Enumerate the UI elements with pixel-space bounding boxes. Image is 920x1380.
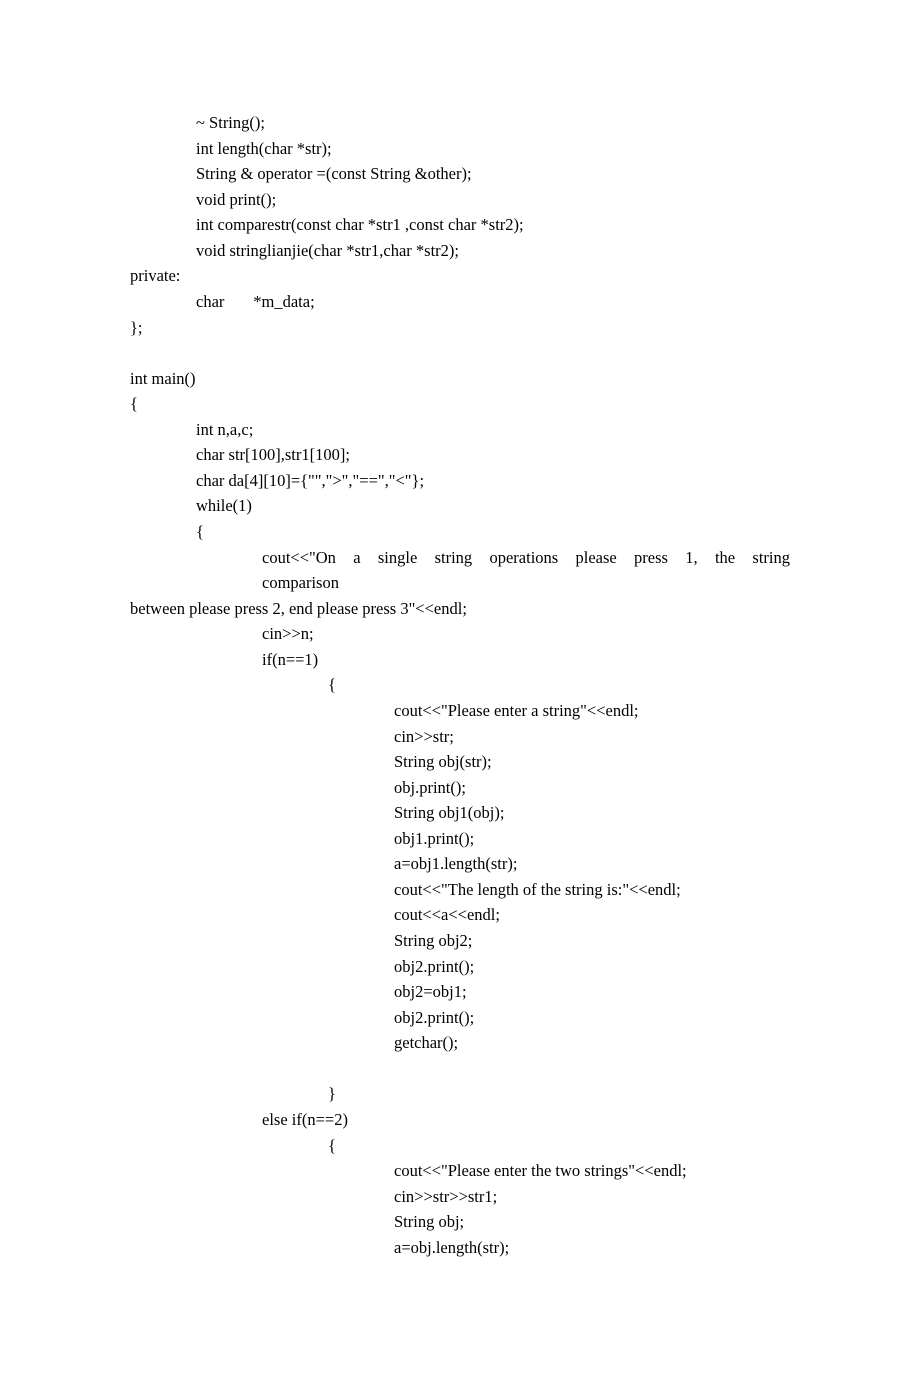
code-line: String obj; (130, 1209, 790, 1235)
code-line: String & operator =(const String &other)… (130, 161, 790, 187)
code-line: a=obj.length(str); (130, 1235, 790, 1261)
code-line: char *m_data; (130, 289, 790, 315)
code-line: else if(n==2) (130, 1107, 790, 1133)
code-line: }; (130, 315, 790, 341)
code-line: cout<<"The length of the string is:"<<en… (130, 877, 790, 903)
code-line: int length(char *str); (130, 136, 790, 162)
code-line: cin>>str; (130, 724, 790, 750)
code-line (130, 340, 790, 366)
code-line: private: (130, 263, 790, 289)
code-line: { (130, 519, 790, 545)
code-line: { (130, 672, 790, 698)
code-line: cin>>n; (130, 621, 790, 647)
code-line: cout<<"Please enter a string"<<endl; (130, 698, 790, 724)
code-line: cout<<"Please enter the two strings"<<en… (130, 1158, 790, 1184)
document-page: ~ String();int length(char *str);String … (0, 0, 920, 1380)
code-line: String obj1(obj); (130, 800, 790, 826)
code-line: ~ String(); (130, 110, 790, 136)
code-block: ~ String();int length(char *str);String … (130, 110, 790, 1260)
code-line: int n,a,c; (130, 417, 790, 443)
code-line: String obj2; (130, 928, 790, 954)
code-line: while(1) (130, 493, 790, 519)
code-line: cout<<"On a single string operations ple… (130, 545, 790, 596)
code-line: { (130, 391, 790, 417)
code-line: int main() (130, 366, 790, 392)
code-line: cin>>str>>str1; (130, 1184, 790, 1210)
code-line: } (130, 1081, 790, 1107)
code-line: getchar(); (130, 1030, 790, 1056)
code-line (130, 1056, 790, 1082)
code-line: void stringlianjie(char *str1,char *str2… (130, 238, 790, 264)
code-line: obj.print(); (130, 775, 790, 801)
code-line: String obj(str); (130, 749, 790, 775)
code-line: int comparestr(const char *str1 ,const c… (130, 212, 790, 238)
code-line: void print(); (130, 187, 790, 213)
code-line: obj2.print(); (130, 954, 790, 980)
code-line: obj2.print(); (130, 1005, 790, 1031)
code-line: char str[100],str1[100]; (130, 442, 790, 468)
code-line: obj2=obj1; (130, 979, 790, 1005)
code-line: a=obj1.length(str); (130, 851, 790, 877)
code-line: between please press 2, end please press… (130, 596, 790, 622)
code-line: if(n==1) (130, 647, 790, 673)
code-line: obj1.print(); (130, 826, 790, 852)
code-line: { (130, 1133, 790, 1159)
code-line: char da[4][10]={"",">","==","<"}; (130, 468, 790, 494)
code-line: cout<<a<<endl; (130, 902, 790, 928)
